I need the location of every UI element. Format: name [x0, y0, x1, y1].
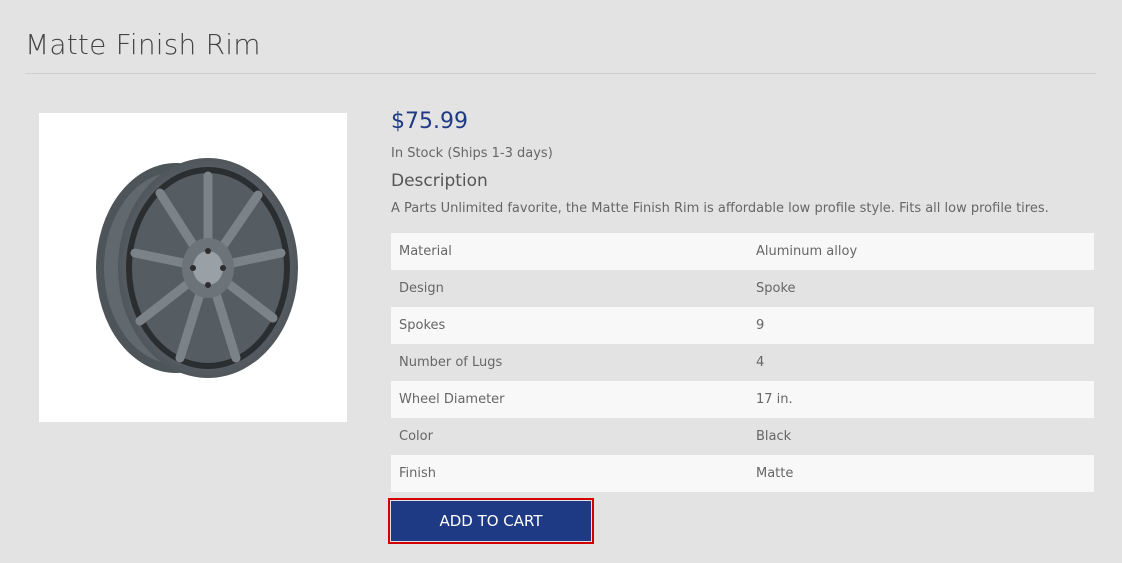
table-row: Material Aluminum alloy	[391, 233, 1094, 270]
product-details: $75.99 In Stock (Ships 1-3 days) Descrip…	[391, 106, 1094, 216]
table-row: Design Spoke	[391, 270, 1094, 307]
stock-status: In Stock (Ships 1-3 days)	[391, 146, 553, 161]
description-heading: Description	[391, 171, 488, 191]
spec-label: Number of Lugs	[399, 355, 503, 370]
spec-value: 4	[756, 355, 765, 370]
title-divider	[25, 73, 1096, 74]
spec-label: Spokes	[399, 318, 446, 333]
spec-value: Spoke	[756, 281, 796, 296]
table-row: Finish Matte	[391, 455, 1094, 492]
spec-label: Finish	[399, 466, 437, 481]
product-page: Matte Finish Rim $75.99 In Stock (Ships …	[0, 0, 1122, 563]
description-text: A Parts Unlimited favorite, the Matte Fi…	[391, 201, 1049, 216]
table-row: Color Black	[391, 418, 1094, 455]
add-to-cart-button[interactable]: ADD TO CART	[391, 501, 591, 541]
product-price: $75.99	[391, 109, 468, 134]
page-title: Matte Finish Rim	[25, 28, 261, 61]
spec-value: Aluminum alloy	[756, 244, 858, 259]
spec-table: Material Aluminum alloy Design Spoke Spo…	[391, 233, 1094, 492]
spec-value: Black	[756, 429, 792, 444]
spec-value: 9	[756, 318, 765, 333]
spec-label: Design	[399, 281, 444, 296]
table-row: Wheel Diameter 17 in.	[391, 381, 1094, 418]
product-image	[39, 113, 347, 422]
spec-label: Color	[399, 429, 433, 444]
wheel-rim-icon	[96, 157, 298, 378]
table-row: Spokes 9	[391, 307, 1094, 344]
table-row: Number of Lugs 4	[391, 344, 1094, 381]
spec-label: Wheel Diameter	[399, 392, 505, 407]
spec-value: Matte	[756, 466, 794, 481]
spec-value: 17 in.	[756, 392, 793, 407]
spec-label: Material	[399, 244, 452, 259]
